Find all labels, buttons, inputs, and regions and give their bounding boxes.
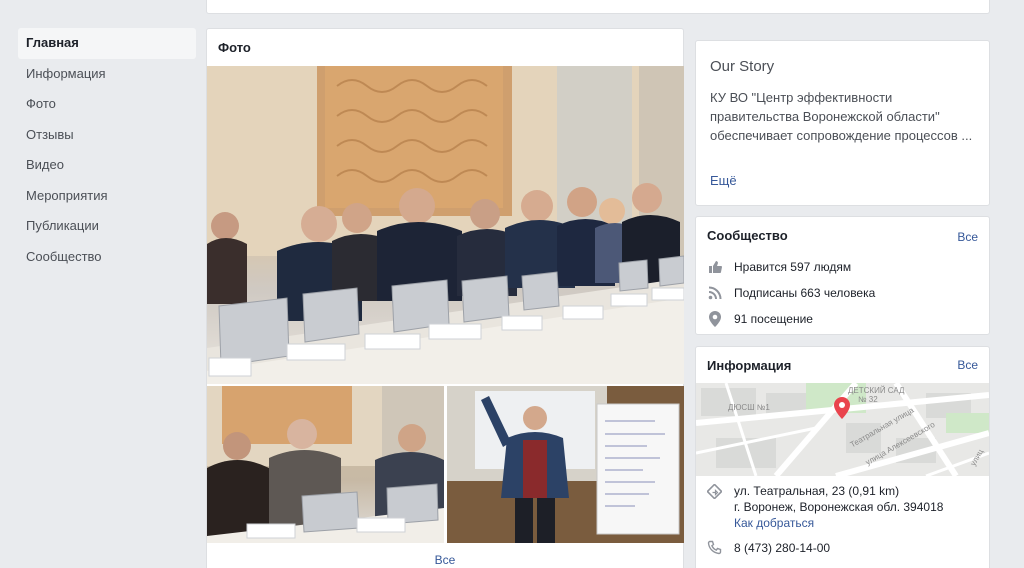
- get-directions-link[interactable]: Как добраться: [734, 515, 943, 531]
- thumbs-up-icon: [707, 259, 723, 275]
- our-story-card: Our Story КУ ВО "Центр эффективности пра…: [695, 40, 990, 206]
- info-card-title: Информация: [707, 358, 792, 373]
- sidebar-item-community[interactable]: Сообщество: [18, 242, 196, 273]
- photo-speaker-presentation[interactable]: [447, 386, 684, 543]
- previous-card: [206, 0, 990, 14]
- photo-meeting-secondary[interactable]: [207, 386, 444, 543]
- address-block: ул. Театральная, 23 (0,91 km) г. Воронеж…: [734, 483, 943, 531]
- address-line-2: г. Воронеж, Воронежская обл. 394018: [734, 500, 944, 514]
- community-likes-text: Нравится 597 людям: [734, 260, 852, 274]
- sidebar-item-info[interactable]: Информация: [18, 59, 196, 90]
- info-see-all-link[interactable]: Все: [957, 358, 978, 372]
- directions-diamond-icon: [706, 483, 723, 504]
- our-story-text: КУ ВО "Центр эффективности правительства…: [710, 90, 973, 143]
- address-line-1: ул. Театральная, 23 (0,91 km): [734, 484, 900, 498]
- page-sidebar-nav: Главная Информация Фото Отзывы Видео Мер…: [18, 28, 196, 272]
- sidebar-item-events[interactable]: Мероприятия: [18, 181, 196, 212]
- sidebar-item-posts[interactable]: Публикации: [18, 211, 196, 242]
- community-see-all-link[interactable]: Все: [957, 230, 978, 244]
- community-checkins-row: 91 посещение: [707, 311, 813, 327]
- community-follows-text: Подписаны 663 человека: [734, 286, 876, 300]
- location-map[interactable]: ДЕТСКИЙ САД № 32 ДЮСШ №1 Театральная ули…: [696, 383, 989, 476]
- map-label-kindergarten: ДЕТСКИЙ САД: [848, 386, 905, 395]
- sidebar-item-reviews[interactable]: Отзывы: [18, 120, 196, 151]
- location-pin-icon: [707, 311, 723, 327]
- community-card-title: Сообщество: [707, 228, 788, 243]
- map-label-kindergarten-number: № 32: [858, 395, 878, 404]
- our-story-more-link[interactable]: Ещё: [710, 173, 737, 188]
- phone-icon: [707, 540, 722, 560]
- community-card: Сообщество Все Нравится 597 людям Подпис…: [695, 216, 990, 335]
- photos-see-all-link[interactable]: Все: [207, 553, 683, 567]
- rss-follow-icon: [707, 285, 723, 301]
- map-label-school: ДЮСШ №1: [728, 403, 770, 412]
- community-likes-row: Нравится 597 людям: [707, 259, 851, 275]
- info-card: Информация Все ДЕТСКИЙ САД № 32 ДЮСШ №1 …: [695, 346, 990, 568]
- sidebar-item-photos[interactable]: Фото: [18, 89, 196, 120]
- sidebar-item-videos[interactable]: Видео: [18, 150, 196, 181]
- photos-card-title: Фото: [218, 40, 251, 55]
- photos-card: Фото Все: [206, 28, 684, 568]
- photo-meeting-main[interactable]: [207, 66, 684, 384]
- community-follows-row: Подписаны 663 человека: [707, 285, 875, 301]
- phone-number[interactable]: 8 (473) 280-14-00: [734, 540, 830, 556]
- community-checkins-text: 91 посещение: [734, 312, 813, 326]
- our-story-title: Our Story: [710, 58, 775, 75]
- sidebar-item-home[interactable]: Главная: [18, 28, 196, 59]
